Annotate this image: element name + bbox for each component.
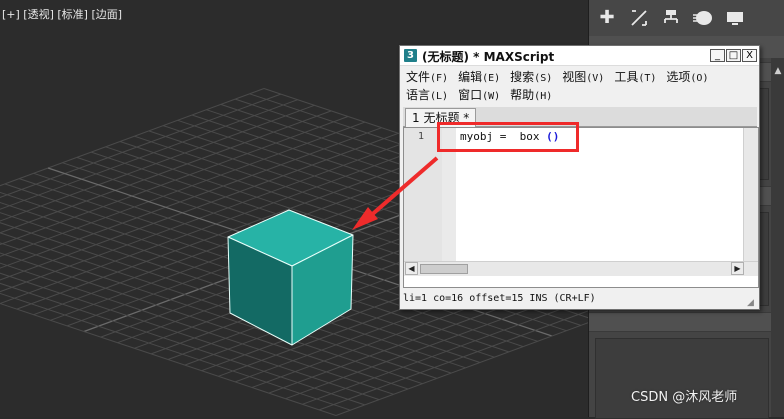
watermark: CSDN @沐风老师 xyxy=(631,390,738,405)
annotation-arrow xyxy=(352,156,439,230)
annotation-arrow-layer xyxy=(352,156,439,230)
